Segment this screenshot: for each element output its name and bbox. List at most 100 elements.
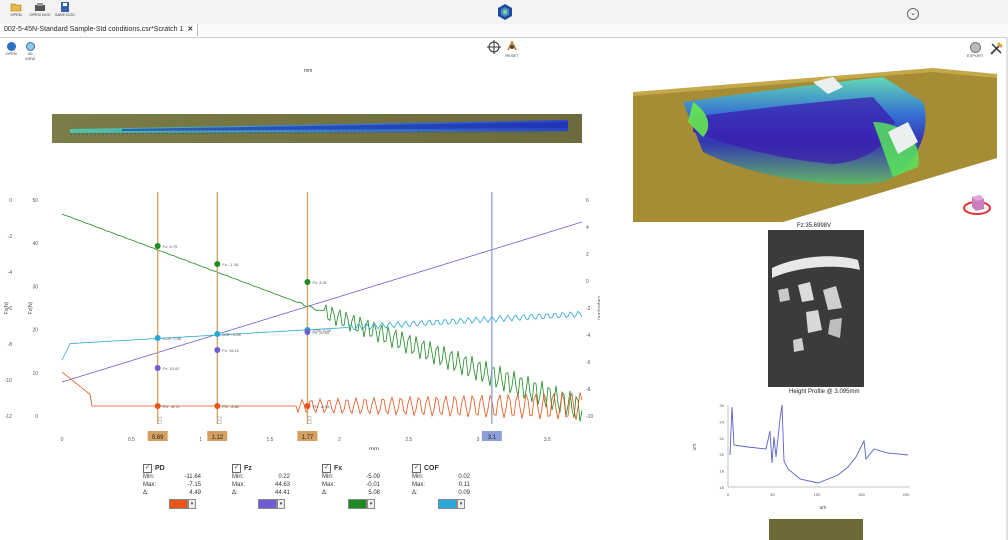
legend-fx[interactable]: ✓ Fx Min: -5.09 Max: -0.01 Δ: 5.08 ▾ [322,464,412,509]
cursor-value: Fz: 6.79 [163,244,178,249]
profile-y-tick: 26 [720,403,725,408]
legend-fx-name: Fx [334,465,343,473]
critical-load-label: Lc1 [158,416,164,424]
open-button-label: OPEN [10,12,22,17]
x-tick: 0 [61,437,64,443]
legend-pd[interactable]: ✓ PD Min: -11.64 Max: -7.15 Δ: 4.49 ▾ [143,464,233,509]
y-tick-pd: -12 [5,414,12,420]
x-tick: 2 [338,437,341,443]
height-profile-chart[interactable]: 26 24 22 20 18 160 50 100 150 200 um um [688,397,920,515]
y-tick-pd: 0 [9,198,12,204]
legend-pd-delta: 4.49 [189,490,201,496]
open-view-icon [6,42,16,51]
y-tick-depth: -2 [586,306,591,312]
y-label-fz: Fz(N) [28,301,34,314]
cursor-label: 1.12 [211,435,223,441]
legend-cof-delta: 0.09 [458,490,470,496]
view-3d-button[interactable]: 3D VIEW [22,42,38,61]
profile-x-tick: 50 [770,492,775,497]
save-doc-button[interactable]: SAVE DOC [52,2,78,24]
legend-fz-delta: 44.41 [274,490,290,496]
crosshair-icon[interactable] [487,40,501,54]
series-pd-line [61,371,583,420]
open-doc-button[interactable]: OPEN DOC [27,2,53,24]
view-cube-icon[interactable] [962,193,992,217]
open-doc-button-label: OPEN DOC [29,12,51,17]
cube-3d-icon [25,42,35,51]
app-toolbar: OPEN OPEN DOC SAVE DOC ⌄ [0,0,1008,25]
series-fz-line [61,221,583,383]
micrograph-caption: Height Profile @ 3.095mm [789,389,860,395]
view-3d-label: 3D VIEW [24,51,36,61]
legend-pd-delta-label: Δ: [143,490,149,496]
scan-unit-label: mm [304,68,313,74]
y-tick-fx: 50 [32,198,38,204]
view-open-button[interactable]: OPEN [3,42,19,56]
document-tabs: 002-5-45N-Standard Sample-Std conditions… [0,24,1008,38]
legend-cof-min: 0.02 [458,474,470,480]
legend-cof[interactable]: ✓ COF Min: 0.02 Max: 0.11 Δ: 0.09 ▾ [412,464,502,509]
cursor-point [214,347,221,353]
legend-fz-min: 0.22 [278,474,290,480]
micrograph-title: Fz:35.6998V [797,223,832,229]
legend-fz-name: Fz [244,465,252,473]
y-tick-fx: 20 [32,328,38,334]
cursor-point [154,365,161,371]
open-button[interactable]: OPEN [3,2,29,24]
y-tick-fx: 10 [32,371,38,377]
legend-fz-checkbox[interactable]: ✓ [232,464,241,473]
profile-curve [729,404,909,484]
profile-y-tick: 22 [720,436,725,441]
app-logo-icon [498,4,512,20]
legend-fz[interactable]: ✓ Fz Min: 0.22 Max: 44.63 Δ: 44.41 ▾ [232,464,322,509]
view-open-label: OPEN [5,51,17,56]
legend-cof-color-swatch[interactable] [438,499,457,509]
profile-y-label: um [692,444,698,451]
surface-3d-view[interactable] [633,62,998,222]
legend-pd-name: PD [155,465,165,473]
cursor-label: 3.1 [488,435,497,441]
legend-fx-delta: 5.08 [368,490,380,496]
chevron-down-icon[interactable]: ▾ [277,499,285,509]
legend-cof-max-label: Max: [412,482,426,488]
reset-button[interactable]: RESET [504,40,520,58]
chevron-down-icon[interactable]: ▾ [188,499,196,509]
x-label: mm [369,447,379,450]
legend-pd-checkbox[interactable]: ✓ [143,464,152,473]
y-tick-depth: 6 [586,198,589,204]
legend-cof-checkbox[interactable]: ✓ [412,464,421,473]
legend-fx-color-swatch[interactable] [348,499,367,509]
chevron-down-icon[interactable]: ⌄ [907,8,919,20]
legend-pd-color-swatch[interactable] [169,499,188,509]
legend-cof-name: COF [424,465,439,473]
y-tick-depth: 0 [586,279,589,285]
export-icon [969,42,981,53]
cursor-label: 1.77 [302,435,314,441]
x-tick: 1.5 [267,437,274,443]
save-doc-button-label: SAVE DOC [54,12,76,17]
y-tick-fx: 40 [32,241,38,247]
cursor-value: COF: 0.06 [163,336,182,341]
cursor-point [304,329,311,335]
profile-x-tick: 100 [814,492,821,497]
chevron-down-icon[interactable]: ▾ [367,499,375,509]
x-tick: 2.5 [405,437,412,443]
cursor-point [154,335,161,341]
scratch-chart[interactable]: 504030201000-2-4-6-8-10-126420-2-4-6-8-1… [0,188,600,450]
close-icon[interactable]: ✕ [187,26,193,33]
y-label-fx: Fx(N) [4,301,10,314]
y-tick-depth: -8 [586,387,591,393]
x-tick: 1 [199,437,202,443]
export-label: EXPORT [967,53,984,58]
export-button[interactable]: EXPORT [967,42,983,58]
chevron-down-icon[interactable]: ▾ [457,499,465,509]
legend-fx-checkbox[interactable]: ✓ [322,464,331,473]
cursor-value: PD: -8.95 [312,404,330,409]
legend-fz-color-swatch[interactable] [258,499,277,509]
legend-cof-delta-label: Δ: [412,490,418,496]
cursor-point [214,331,221,337]
tools-icon[interactable] [988,41,1004,57]
cursor-value: Fx: 15.12 [222,348,239,353]
tab-scratch[interactable]: 002-5-45N-Standard Sample-Std conditions… [0,24,199,36]
legend-fx-delta-label: Δ: [322,490,328,496]
